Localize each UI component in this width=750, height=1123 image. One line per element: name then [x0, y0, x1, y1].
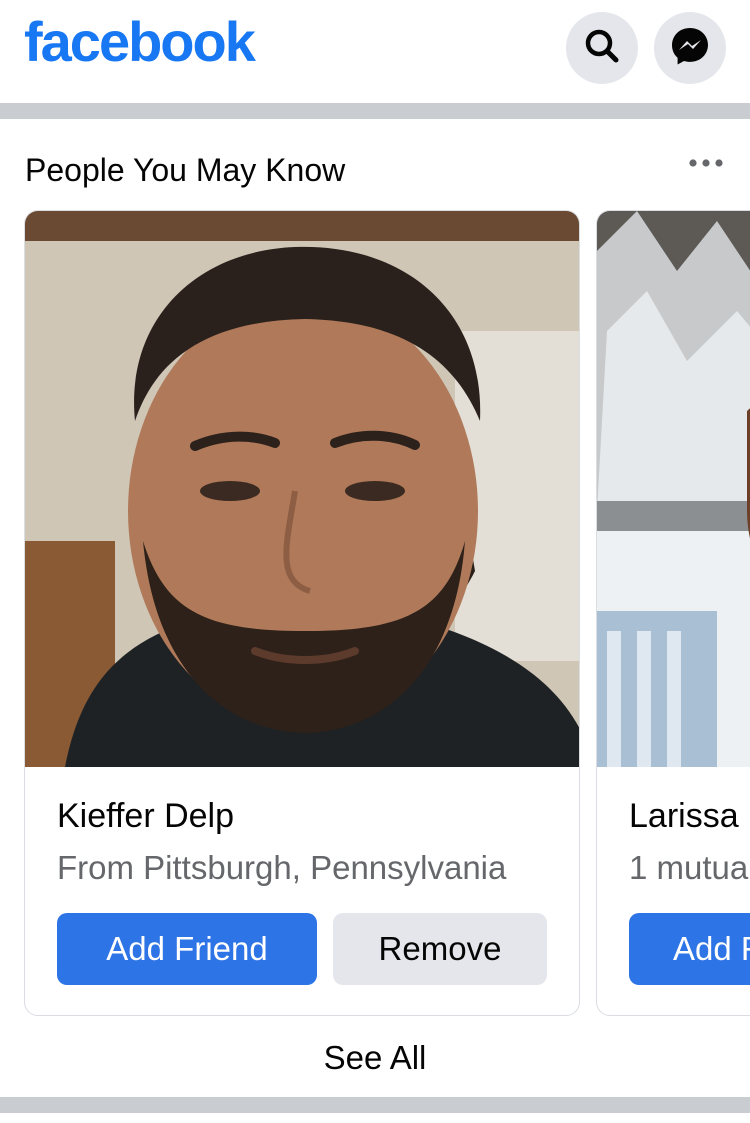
profile-photo[interactable] [597, 211, 750, 767]
person-subtitle: From Pittsburgh, Pennsylvania [57, 849, 507, 886]
more-dots-icon [688, 155, 724, 173]
add-friend-button[interactable]: Add F [629, 913, 750, 985]
profile-photo[interactable] [25, 211, 579, 767]
person-card[interactable]: Kieffer Delp From Pittsburgh, Pennsylvan… [24, 210, 580, 1016]
remove-button[interactable]: Remove [333, 913, 547, 985]
search-button[interactable] [566, 12, 638, 84]
person-name[interactable]: Larissa [629, 796, 739, 836]
messenger-button[interactable] [654, 12, 726, 84]
section-divider-top [0, 103, 750, 119]
facebook-logo[interactable]: facebook [24, 14, 256, 70]
messenger-icon [669, 25, 711, 72]
person-name[interactable]: Kieffer Delp [57, 796, 234, 836]
more-options-button[interactable] [682, 148, 730, 180]
add-friend-button[interactable]: Add Friend [57, 913, 317, 985]
section-title: People You May Know [25, 152, 346, 188]
search-icon [582, 26, 622, 71]
see-all-link[interactable]: See All [0, 1036, 750, 1080]
person-subtitle: 1 mutua [629, 849, 749, 886]
facebook-app: facebook People You May Know Kieffer Del… [0, 0, 750, 1123]
person-card[interactable]: Larissa 1 mutua Add F [596, 210, 750, 1016]
top-bar: facebook [0, 0, 750, 100]
section-divider-bottom [0, 1097, 750, 1113]
